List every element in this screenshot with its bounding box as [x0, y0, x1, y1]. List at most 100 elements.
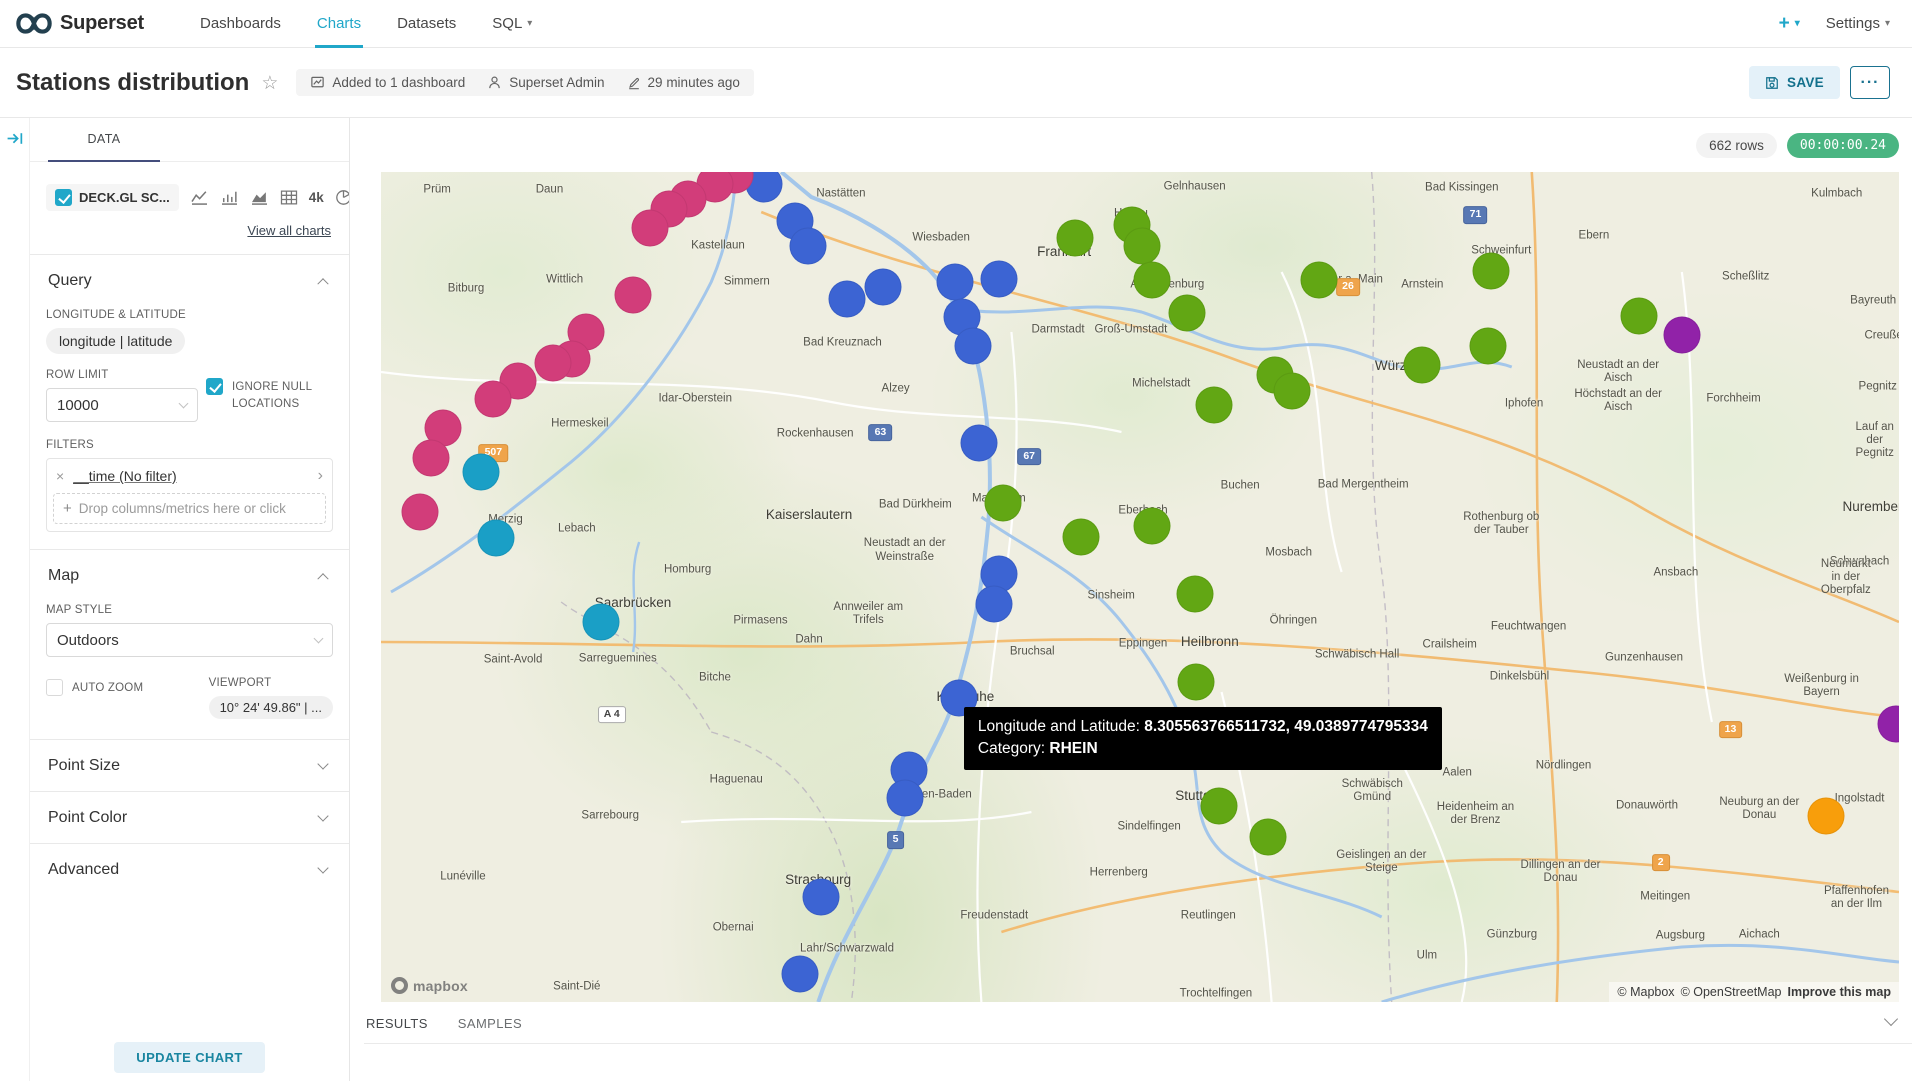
map-point[interactable]	[976, 585, 1013, 622]
viz-type-selected[interactable]: DECK.GL SC...	[46, 184, 179, 211]
map-point[interactable]	[475, 381, 512, 418]
nav-item-sql[interactable]: SQL▾	[474, 0, 550, 48]
line-chart-icon[interactable]	[190, 190, 209, 205]
map-point[interactable]	[1469, 328, 1506, 365]
map-point[interactable]	[1134, 508, 1171, 545]
nav-item-charts[interactable]: Charts	[299, 0, 379, 48]
map-point[interactable]	[1273, 373, 1310, 410]
favorite-star-icon[interactable]: ☆	[261, 72, 278, 95]
auto-zoom-checkbox[interactable]	[46, 679, 63, 696]
map-point[interactable]	[1877, 705, 1899, 742]
section-point-size-header[interactable]: Point Size	[46, 740, 333, 779]
update-chart-button[interactable]: UPDATE CHART	[114, 1042, 264, 1073]
map-point[interactable]	[631, 209, 668, 246]
top-navbar: Superset Dashboards Charts Datasets SQL▾…	[0, 0, 1912, 48]
map-style-select[interactable]: Outdoors	[46, 623, 333, 657]
row-limit-select[interactable]: 10000	[46, 388, 198, 422]
map-point[interactable]	[402, 494, 439, 531]
map-point[interactable]	[1249, 818, 1286, 855]
owner-badge[interactable]: Superset Admin	[487, 75, 604, 90]
section-point-color-header[interactable]: Point Color	[46, 792, 333, 831]
section-query-header[interactable]: Query	[46, 255, 333, 294]
nav-item-datasets[interactable]: Datasets	[379, 0, 474, 48]
ignore-null-checkbox[interactable]	[206, 378, 223, 395]
map-point[interactable]	[829, 280, 866, 317]
big-number-4k-icon[interactable]: 4k	[309, 190, 324, 205]
viewport-value-pill[interactable]: 10° 24' 49.86" | ...	[209, 696, 333, 719]
map-point[interactable]	[865, 268, 902, 305]
close-icon[interactable]: ×	[56, 468, 64, 484]
last-modified-badge[interactable]: 29 minutes ago	[627, 75, 740, 90]
map-place-label: Feuchtwangen	[1491, 620, 1566, 633]
map-point[interactable]	[463, 453, 500, 490]
lonlat-value-pill[interactable]: longitude | latitude	[46, 328, 185, 354]
map-point[interactable]	[789, 227, 826, 264]
map-point[interactable]	[1134, 261, 1171, 298]
map-style-label: MAP STYLE	[46, 604, 333, 616]
dashboard-count-badge[interactable]: Added to 1 dashboard	[310, 75, 465, 90]
map-point[interactable]	[1178, 664, 1215, 701]
map-place-label: Ulm	[1417, 949, 1437, 962]
table-icon[interactable]	[280, 190, 298, 205]
row-count-badge: 662 rows	[1696, 133, 1777, 158]
map-place-label: Wiesbaden	[912, 231, 970, 244]
map-point[interactable]	[781, 955, 818, 992]
pie-chart-icon[interactable]	[335, 189, 349, 206]
map-point[interactable]	[803, 879, 840, 916]
ignore-null-label: IGNORE NULL LOCATIONS	[232, 379, 333, 414]
map-point[interactable]	[1663, 316, 1700, 353]
map-point[interactable]	[980, 261, 1017, 298]
tab-data[interactable]: DATA	[48, 118, 160, 162]
mapbox-globe-icon	[391, 977, 408, 994]
expand-panel-icon[interactable]	[6, 130, 24, 147]
map-point[interactable]	[413, 439, 450, 476]
superset-logo[interactable]: Superset	[16, 12, 144, 35]
map-point[interactable]	[478, 520, 515, 557]
map-point[interactable]	[1472, 252, 1509, 289]
map-point[interactable]	[1301, 261, 1338, 298]
map-point[interactable]	[1123, 227, 1160, 264]
map-place-label: Hermeskeil	[551, 418, 609, 431]
area-chart-icon[interactable]	[250, 190, 269, 205]
map-point[interactable]	[583, 603, 620, 640]
map-point[interactable]	[1621, 297, 1658, 334]
view-all-charts-link[interactable]: View all charts	[247, 223, 331, 238]
save-button[interactable]: SAVE	[1749, 66, 1840, 99]
map-point[interactable]	[1404, 347, 1441, 384]
section-advanced-header[interactable]: Advanced	[46, 844, 333, 883]
settings-menu[interactable]: Settings▾	[1826, 15, 1890, 32]
filters-drop-zone[interactable]: + Drop columns/metrics here or click	[53, 493, 326, 524]
map-point[interactable]	[1196, 387, 1233, 424]
map-point[interactable]	[985, 485, 1022, 522]
map-point[interactable]	[534, 344, 571, 381]
new-item-button[interactable]: +▾	[1779, 13, 1800, 35]
map-place-label: Öhringen	[1270, 614, 1317, 627]
map-point[interactable]	[886, 779, 923, 816]
map-point[interactable]	[1176, 575, 1213, 612]
osm-attribution-link[interactable]: © OpenStreetMap	[1681, 985, 1782, 999]
map-point[interactable]	[1056, 219, 1093, 256]
section-map-header[interactable]: Map	[46, 550, 333, 589]
map-point[interactable]	[1808, 798, 1845, 835]
map-point[interactable]	[614, 276, 651, 313]
mapbox-attribution-link[interactable]: © Mapbox	[1617, 985, 1674, 999]
tab-results[interactable]: RESULTS	[366, 1016, 428, 1031]
map-place-label: Rothenburg ob der Tauber	[1454, 511, 1548, 537]
map-point[interactable]	[1062, 519, 1099, 556]
more-actions-button[interactable]: ···	[1850, 66, 1890, 99]
filter-pill-time[interactable]: × __time (No filter) ›	[47, 459, 332, 493]
map-canvas[interactable]: PrümDaunNastättenGelnhausenBad Kissingen…	[381, 172, 1899, 1002]
map-point[interactable]	[936, 264, 973, 301]
collapse-results-chevron-icon[interactable]	[1884, 1012, 1898, 1026]
map-point[interactable]	[1169, 295, 1206, 332]
map-point[interactable]	[955, 328, 992, 365]
bar-chart-icon[interactable]	[220, 190, 239, 205]
mapbox-logo[interactable]: mapbox	[391, 977, 468, 994]
query-status-row: 662 rows 00:00:00.24	[350, 118, 1912, 172]
nav-item-dashboards[interactable]: Dashboards	[182, 0, 299, 48]
map-point[interactable]	[1200, 788, 1237, 825]
improve-map-link[interactable]: Improve this map	[1788, 985, 1892, 999]
tab-samples[interactable]: SAMPLES	[458, 1016, 522, 1031]
viz-checked-checkbox[interactable]	[55, 189, 72, 206]
map-point[interactable]	[961, 425, 998, 462]
